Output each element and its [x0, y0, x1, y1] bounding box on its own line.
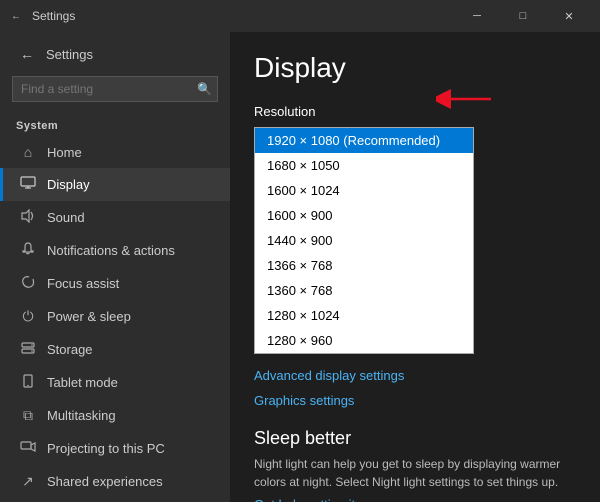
- sleep-title: Sleep better: [254, 428, 576, 449]
- search-icon: 🔍: [197, 82, 212, 96]
- sidebar-item-projecting[interactable]: Projecting to this PC: [0, 432, 230, 465]
- resolution-option-2[interactable]: 1600 × 1024: [255, 178, 473, 203]
- sidebar-item-power[interactable]: ⏻ Power & sleep: [0, 300, 230, 333]
- advanced-display-link[interactable]: Advanced display settings: [254, 368, 404, 383]
- sleep-description: Night light can help you get to sleep by…: [254, 455, 576, 491]
- sleep-section: Sleep better Night light can help you ge…: [254, 428, 576, 502]
- resolution-option-3[interactable]: 1600 × 900: [255, 203, 473, 228]
- tablet-icon: [19, 374, 37, 391]
- resolution-heading: Resolution: [254, 104, 576, 119]
- minimize-button[interactable]: ─: [454, 0, 500, 32]
- storage-icon: [19, 341, 37, 358]
- focus-icon: [19, 275, 37, 292]
- sidebar-item-label: Display: [47, 177, 90, 192]
- resolution-section: Resolution 1920 × 1080 (Recommended) 168…: [254, 104, 576, 354]
- resolution-option-6[interactable]: 1360 × 768: [255, 278, 473, 303]
- sidebar-item-shared[interactable]: ↗ Shared experiences: [0, 465, 230, 498]
- resolution-option-7[interactable]: 1280 × 1024: [255, 303, 473, 328]
- resolution-option-4[interactable]: 1440 × 900: [255, 228, 473, 253]
- app-title: Settings: [32, 9, 75, 23]
- sidebar-item-label: Notifications & actions: [47, 243, 175, 258]
- app-container: ← Settings 🔍 System ⌂ Home Display: [0, 32, 600, 502]
- sidebar-item-focus[interactable]: Focus assist: [0, 267, 230, 300]
- multitasking-icon: ⧉: [19, 407, 37, 424]
- sidebar-item-label: Home: [47, 145, 82, 160]
- sidebar-item-sound[interactable]: Sound: [0, 201, 230, 234]
- title-bar: ← Settings ─ □ ✕: [0, 0, 600, 32]
- resolution-dropdown[interactable]: 1920 × 1080 (Recommended) 1680 × 1050 16…: [254, 127, 474, 354]
- sidebar-item-label: Sound: [47, 210, 85, 225]
- power-icon: ⏻: [19, 308, 37, 325]
- sidebar-header: ← Settings: [0, 32, 230, 72]
- window-controls: ─ □ ✕: [454, 0, 592, 32]
- notifications-icon: [19, 242, 37, 259]
- shared-icon: ↗: [19, 473, 37, 490]
- projecting-icon: [19, 440, 37, 457]
- sidebar-item-label: Multitasking: [47, 408, 116, 423]
- sidebar-item-tablet[interactable]: Tablet mode: [0, 366, 230, 399]
- title-bar-controls: ←: [8, 8, 24, 24]
- sidebar: ← Settings 🔍 System ⌂ Home Display: [0, 32, 230, 502]
- sidebar-item-label: Shared experiences: [47, 474, 163, 489]
- display-icon: [19, 176, 37, 193]
- sidebar-title: Settings: [46, 47, 93, 62]
- sidebar-item-label: Power & sleep: [47, 309, 131, 324]
- sidebar-item-label: Storage: [47, 342, 93, 357]
- sidebar-item-display[interactable]: Display: [0, 168, 230, 201]
- resolution-option-0[interactable]: 1920 × 1080 (Recommended): [255, 128, 473, 153]
- main-content: Display Resolution 1920 × 1080 (Recommen…: [230, 32, 600, 502]
- maximize-button[interactable]: □: [500, 0, 546, 32]
- sidebar-item-storage[interactable]: Storage: [0, 333, 230, 366]
- sidebar-item-notifications[interactable]: Notifications & actions: [0, 234, 230, 267]
- sidebar-item-multitasking[interactable]: ⧉ Multitasking: [0, 399, 230, 432]
- graphics-settings-link[interactable]: Graphics settings: [254, 393, 354, 408]
- close-button[interactable]: ✕: [546, 0, 592, 32]
- search-box: 🔍: [12, 76, 218, 102]
- sidebar-item-label: Tablet mode: [47, 375, 118, 390]
- sound-icon: [19, 209, 37, 226]
- resolution-option-1[interactable]: 1680 × 1050: [255, 153, 473, 178]
- search-input[interactable]: [12, 76, 218, 102]
- sidebar-item-home[interactable]: ⌂ Home: [0, 136, 230, 168]
- system-section-label: System: [0, 114, 230, 136]
- page-title: Display: [254, 52, 576, 84]
- resolution-option-8[interactable]: 1280 × 960: [255, 328, 473, 353]
- back-button[interactable]: ←: [8, 8, 24, 24]
- resolution-option-5[interactable]: 1366 × 768: [255, 253, 473, 278]
- sidebar-item-label: Focus assist: [47, 276, 119, 291]
- sleep-help-link[interactable]: Get help setting it up: [254, 497, 373, 502]
- sidebar-item-label: Projecting to this PC: [47, 441, 165, 456]
- home-icon: ⌂: [19, 144, 37, 160]
- sidebar-back-button[interactable]: ←: [16, 44, 38, 64]
